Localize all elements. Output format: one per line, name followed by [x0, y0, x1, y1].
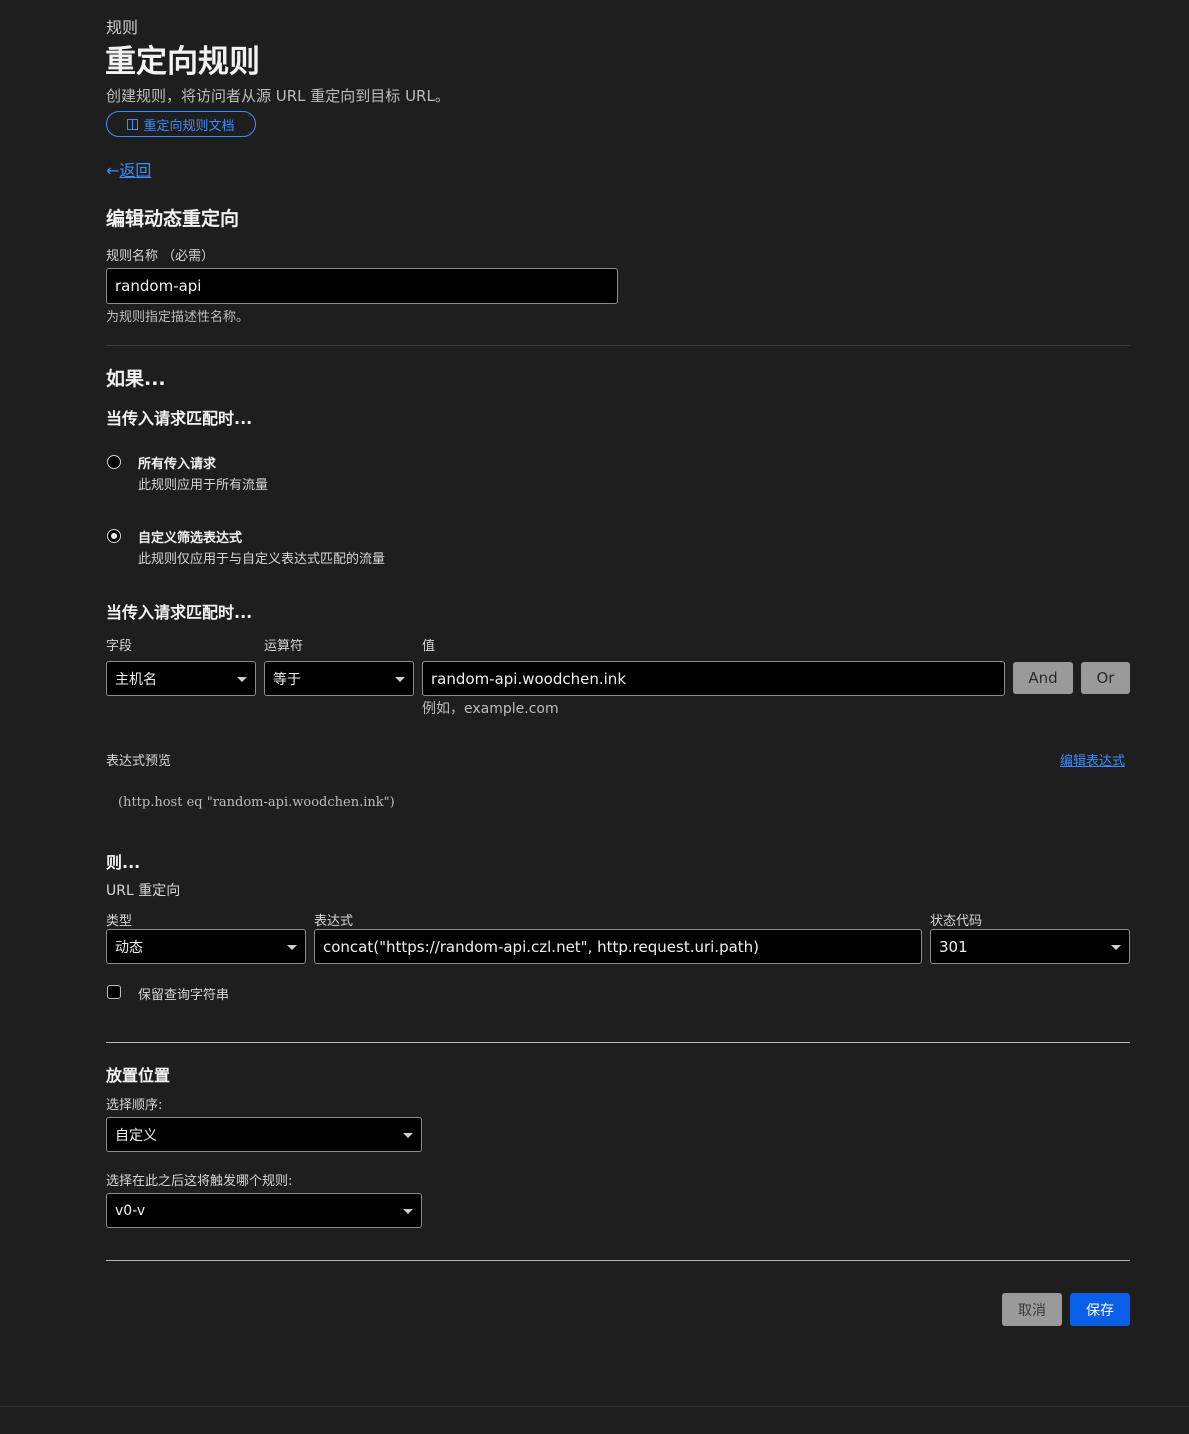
- and-button[interactable]: And: [1013, 662, 1073, 694]
- expression-label: 表达式: [314, 914, 354, 929]
- radio-all-requests[interactable]: [107, 455, 121, 469]
- field-label: 字段: [106, 639, 133, 654]
- then-heading: 则...: [106, 853, 141, 872]
- status-code-label: 状态代码: [930, 914, 983, 929]
- if-heading: 如果...: [106, 368, 166, 390]
- expression-input[interactable]: concat("https://random-api.czl.net", htt…: [314, 929, 922, 964]
- radio-custom-filter[interactable]: [107, 529, 121, 543]
- after-rule-label: 选择在此之后这将触发哪个规则:: [106, 1174, 293, 1189]
- value-help: 例如，example.com: [422, 701, 559, 717]
- rule-name-label: 规则名称 （必需）: [106, 249, 215, 264]
- breadcrumb: 规则: [106, 18, 139, 37]
- cancel-button[interactable]: 取消: [1002, 1293, 1062, 1326]
- page-description: 创建规则，将访问者从源 URL 重定向到目标 URL。: [106, 87, 450, 105]
- back-label: 返回: [119, 161, 152, 180]
- value-input-value: random-api.woodchen.ink: [431, 669, 626, 688]
- chevron-down-icon: [237, 676, 247, 682]
- after-rule-select-value: v0-v: [115, 1202, 146, 1219]
- preview-label: 表达式预览: [106, 754, 172, 769]
- divider: [106, 345, 1130, 346]
- divider: [106, 1042, 1130, 1043]
- docs-link-label: 重定向规则文档: [143, 118, 235, 134]
- chevron-down-icon: [395, 676, 405, 682]
- after-rule-select[interactable]: v0-v: [106, 1193, 422, 1228]
- rule-name-value: random-api: [115, 277, 202, 295]
- chevron-down-icon: [1111, 944, 1121, 950]
- or-button[interactable]: Or: [1081, 662, 1130, 694]
- divider: [106, 1260, 1130, 1261]
- back-link[interactable]: ←返回: [106, 157, 151, 181]
- order-label: 选择顺序:: [106, 1098, 163, 1113]
- radio-custom-filter-desc: 此规则仅应用于与自定义表达式匹配的流量: [138, 552, 386, 567]
- save-button[interactable]: 保存: [1070, 1293, 1130, 1326]
- docs-link-button[interactable]: 重定向规则文档: [106, 111, 256, 137]
- back-arrow-icon: ←: [106, 161, 120, 180]
- expression-preview: (http.host eq "random-api.woodchen.ink"): [118, 795, 395, 810]
- chevron-down-icon: [403, 1132, 413, 1138]
- book-icon: [127, 118, 139, 130]
- page-title: 重定向规则: [105, 44, 260, 80]
- chevron-down-icon: [403, 1208, 413, 1214]
- match-heading: 当传入请求匹配时...: [106, 409, 253, 428]
- type-label: 类型: [106, 914, 133, 929]
- operator-select[interactable]: 等于: [264, 661, 414, 696]
- then-subheading: URL 重定向: [106, 883, 181, 899]
- type-select-value: 动态: [115, 939, 143, 956]
- field-select[interactable]: 主机名: [106, 661, 256, 696]
- edit-heading: 编辑动态重定向: [106, 208, 240, 230]
- status-code-select[interactable]: 301: [930, 929, 1130, 964]
- chevron-down-icon: [287, 944, 297, 950]
- radio-custom-filter-label: 自定义筛选表达式: [138, 531, 243, 546]
- order-select-value: 自定义: [115, 1127, 157, 1144]
- match-heading-2: 当传入请求匹配时...: [106, 603, 253, 622]
- operator-select-value: 等于: [273, 671, 301, 688]
- radio-all-requests-label: 所有传入请求: [138, 457, 217, 472]
- expression-input-value: concat("https://random-api.czl.net", htt…: [323, 937, 760, 956]
- placement-heading: 放置位置: [106, 1066, 171, 1085]
- bottom-divider: [0, 1406, 1189, 1407]
- value-label: 值: [422, 639, 436, 654]
- field-select-value: 主机名: [115, 671, 157, 688]
- status-code-value: 301: [939, 937, 968, 956]
- preserve-query-label: 保留查询字符串: [138, 988, 230, 1003]
- type-select[interactable]: 动态: [106, 929, 306, 964]
- radio-all-requests-desc: 此规则应用于所有流量: [138, 478, 269, 493]
- preserve-query-checkbox[interactable]: [107, 985, 121, 999]
- operator-label: 运算符: [264, 639, 304, 654]
- value-input[interactable]: random-api.woodchen.ink: [422, 661, 1005, 696]
- edit-expression-link[interactable]: 编辑表达式: [1060, 750, 1125, 769]
- rule-name-help: 为规则指定描述性名称。: [106, 310, 250, 325]
- rule-name-input[interactable]: random-api: [106, 268, 618, 304]
- order-select[interactable]: 自定义: [106, 1117, 422, 1152]
